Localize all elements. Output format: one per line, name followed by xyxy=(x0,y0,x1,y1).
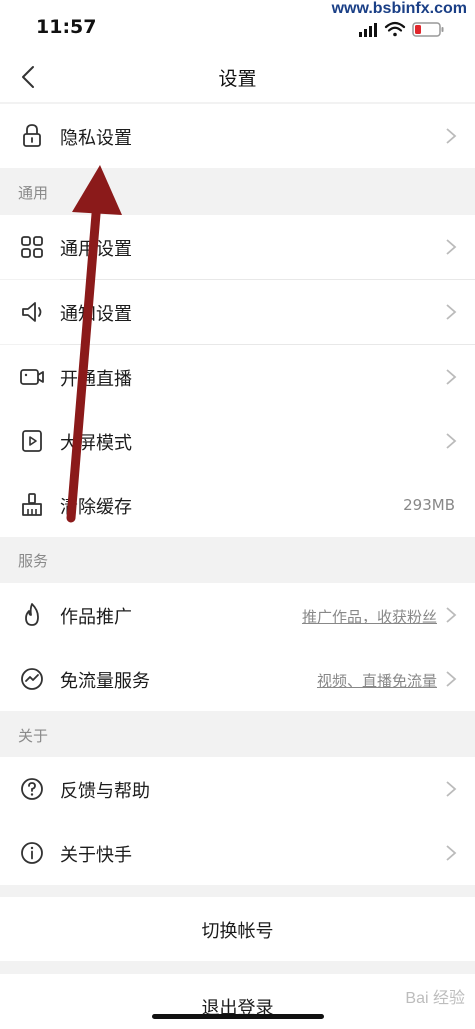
chevron-right-icon xyxy=(446,128,457,144)
info-circle-icon xyxy=(21,842,43,864)
signal-icon xyxy=(359,23,377,37)
grid-icon xyxy=(21,236,43,258)
section-header-services: 服务 xyxy=(18,552,49,570)
lock-icon xyxy=(23,124,41,147)
baidu-watermark: Bai 经验 xyxy=(405,990,465,1007)
status-icons xyxy=(359,21,444,37)
chevron-right-icon xyxy=(446,239,457,255)
row-label: 反馈与帮助 xyxy=(60,781,150,802)
row-label: 开通直播 xyxy=(60,369,132,390)
chevron-right-icon xyxy=(446,781,457,797)
chevron-right-icon xyxy=(446,304,457,320)
row-about-kuaishou[interactable]: 关于快手 xyxy=(0,821,475,885)
chevron-right-icon xyxy=(446,671,457,687)
nav-bar: 设置 xyxy=(0,52,475,102)
row-label: 关于快手 xyxy=(60,845,132,866)
row-label: 隐私设置 xyxy=(60,128,132,149)
logout-button[interactable]: 退出登录 xyxy=(0,974,475,1029)
promotion-link[interactable]: 推广作品，收获粉丝 xyxy=(302,606,437,627)
cache-size-value: 293MB xyxy=(403,496,455,514)
row-label: 清除缓存 xyxy=(60,497,132,518)
flame-icon xyxy=(25,603,39,626)
chevron-right-icon xyxy=(446,845,457,861)
row-feedback-help[interactable]: 反馈与帮助 xyxy=(0,757,475,821)
section-header-general: 通用 xyxy=(18,184,49,202)
video-camera-icon xyxy=(20,369,44,385)
home-indicator xyxy=(152,1014,324,1019)
play-box-icon xyxy=(22,430,42,452)
row-label: 通用设置 xyxy=(60,239,132,260)
question-circle-icon xyxy=(21,778,43,800)
speaker-icon xyxy=(22,302,42,322)
row-label: 大屏模式 xyxy=(60,433,132,454)
chevron-right-icon xyxy=(446,369,457,385)
page-title: 设置 xyxy=(218,68,257,90)
chevron-right-icon xyxy=(446,607,457,623)
switch-account-label: 切换帐号 xyxy=(201,921,274,942)
row-label: 免流量服务 xyxy=(60,671,150,692)
row-clear-cache[interactable]: 清除缓存 293MB xyxy=(0,473,475,537)
battery-icon xyxy=(412,22,444,37)
row-label: 作品推广 xyxy=(60,607,132,628)
status-bar: 11:57 www.bsbinfx.com xyxy=(0,0,475,52)
trend-circle-icon xyxy=(21,668,43,690)
chevron-right-icon xyxy=(446,433,457,449)
watermark-url: www.bsbinfx.com xyxy=(331,0,467,17)
row-privacy-settings[interactable]: 隐私设置 xyxy=(0,104,475,168)
row-work-promotion[interactable]: 作品推广 推广作品，收获粉丝 xyxy=(0,583,475,647)
switch-account-button[interactable]: 切换帐号 xyxy=(0,897,475,961)
row-notification-settings[interactable]: 通知设置 xyxy=(0,280,475,344)
row-free-data-service[interactable]: 免流量服务 视频、直播免流量 xyxy=(0,647,475,711)
broom-icon xyxy=(22,493,42,516)
section-header-about: 关于 xyxy=(18,727,49,745)
row-open-live[interactable]: 开通直播 xyxy=(0,345,475,409)
row-general-settings[interactable]: 通用设置 xyxy=(0,215,475,279)
row-label: 通知设置 xyxy=(60,304,132,325)
status-time: 11:57 xyxy=(36,16,97,38)
wifi-icon xyxy=(384,21,406,37)
row-big-screen-mode[interactable]: 大屏模式 xyxy=(0,409,475,473)
free-data-link[interactable]: 视频、直播免流量 xyxy=(317,670,437,691)
